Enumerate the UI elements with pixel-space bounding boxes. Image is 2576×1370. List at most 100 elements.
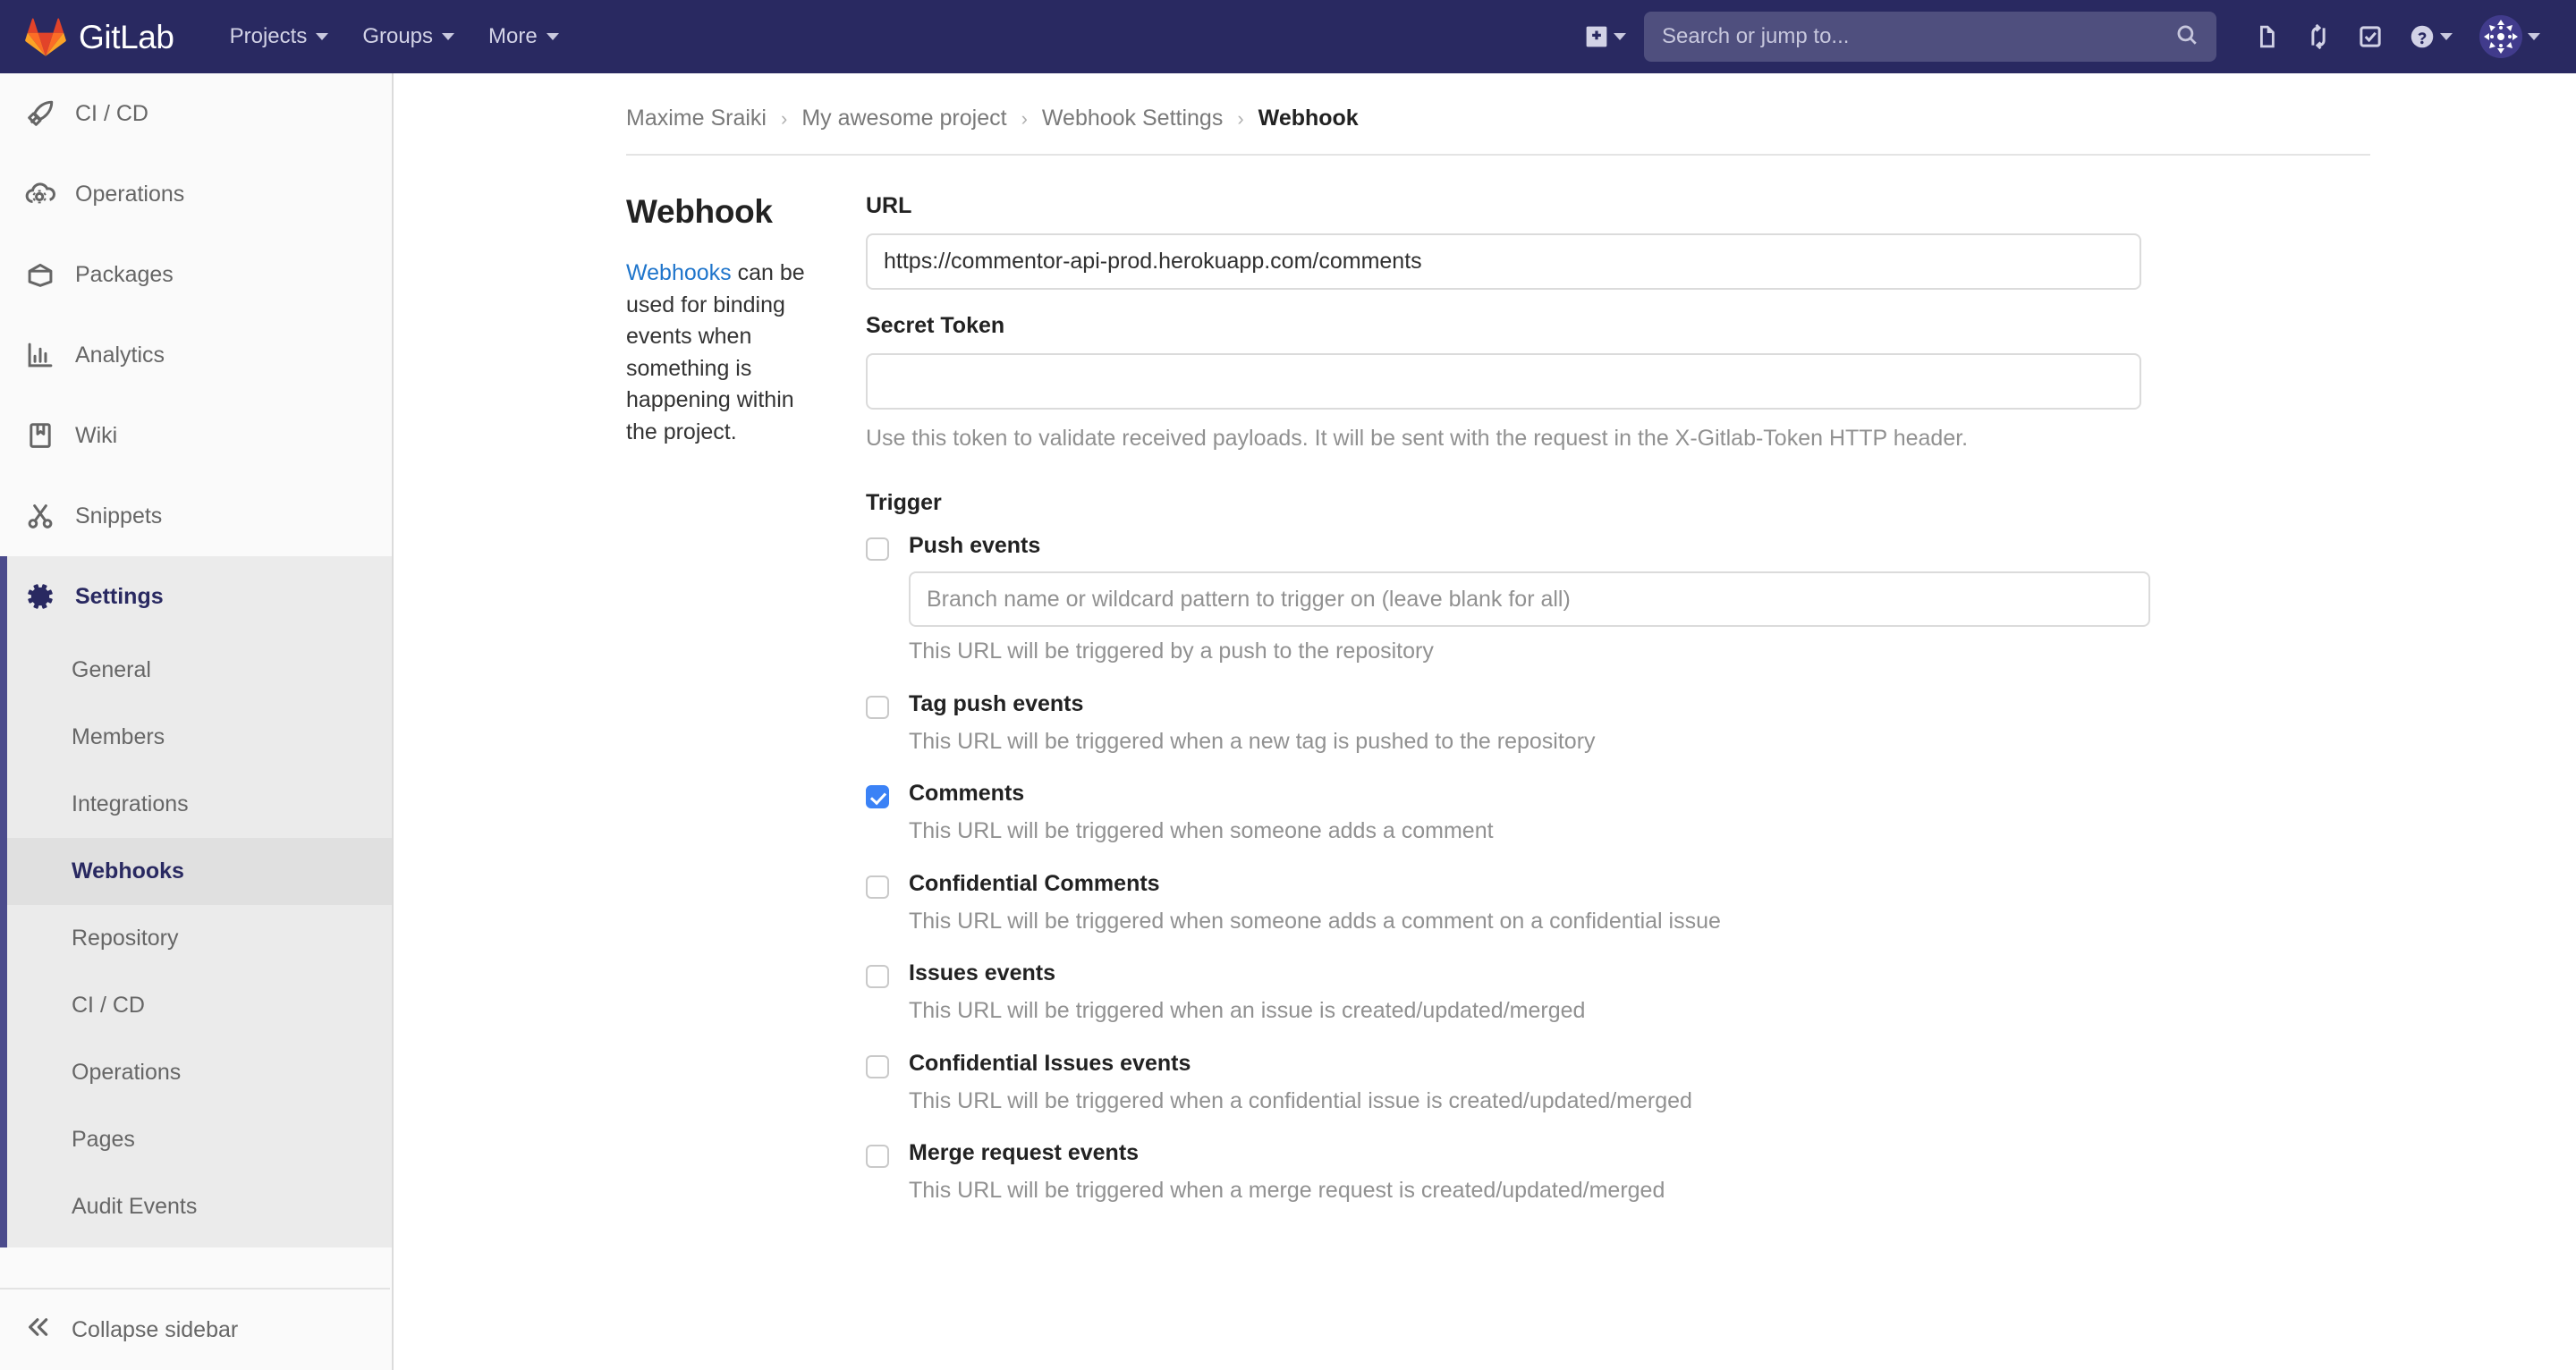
nav-item-more[interactable]: More <box>478 15 570 58</box>
chevron-down-icon <box>1614 33 1626 40</box>
panel-description-rest: can be used for binding events when some… <box>626 260 805 444</box>
trigger-label[interactable]: Merge request events <box>909 1139 2147 1166</box>
checkbox-issues-events[interactable] <box>866 965 889 989</box>
search-icon <box>2175 23 2199 51</box>
nav-item-projects[interactable]: Projects <box>219 15 340 58</box>
sidebar-subitem-label: Webhooks <box>72 858 184 884</box>
gear-icon <box>25 581 55 612</box>
url-label: URL <box>866 193 912 218</box>
sidebar-item-members[interactable]: Members <box>7 704 392 771</box>
sidebar-item-general[interactable]: General <box>7 637 392 704</box>
todos-icon[interactable] <box>2349 17 2392 56</box>
sidebar-subitem-label: General <box>72 657 151 682</box>
trigger-description: This URL will be triggered when a confid… <box>909 1087 1692 1113</box>
trigger-body: Merge request events This URL will be tr… <box>909 1139 2147 1205</box>
trigger-row-push-events: Push events This URL will be triggered b… <box>866 532 2150 666</box>
sidebar-item-integrations[interactable]: Integrations <box>7 771 392 838</box>
checkbox-confidential-issues-events[interactable] <box>866 1054 889 1078</box>
trigger-label[interactable]: Tag push events <box>909 690 2147 717</box>
panel-description: Webhook Webhooks can be used for binding… <box>626 193 866 1205</box>
trigger-label[interactable]: Push events <box>909 532 2150 559</box>
trigger-description: This URL will be triggered when someone … <box>909 908 1721 934</box>
sidebar-item-pages[interactable]: Pages <box>7 1106 392 1173</box>
sidebar-item-wiki[interactable]: Wiki <box>0 395 392 476</box>
sidebar-item-label: Packages <box>75 261 174 287</box>
sidebar-item-audit-events[interactable]: Audit Events <box>7 1173 392 1240</box>
trigger-row-comments: Comments This URL will be triggered when… <box>866 780 2147 846</box>
trigger-section-label: Trigger <box>866 490 942 516</box>
trigger-label[interactable]: Comments <box>909 780 2147 807</box>
trigger-body: Comments This URL will be triggered when… <box>909 780 2147 846</box>
sidebar-item-settings-ci-cd[interactable]: CI / CD <box>7 972 392 1039</box>
rocket-icon <box>25 98 55 129</box>
sidebar-item-label: Analytics <box>75 342 165 368</box>
user-menu-button[interactable] <box>2470 8 2549 65</box>
trigger-description: This URL will be triggered when a merge … <box>909 1178 1665 1204</box>
checkbox-tag-push-events[interactable] <box>866 695 889 719</box>
secret-token-help: Use this token to validate received payl… <box>866 426 1969 451</box>
merge-requests-icon[interactable] <box>2297 17 2340 56</box>
sidebar-item-label: Settings <box>75 583 164 609</box>
gitlab-wordmark[interactable]: GitLab <box>79 21 174 54</box>
sidebar-item-label: Operations <box>75 181 185 207</box>
plus-square-icon <box>1585 25 1608 48</box>
sidebar-item-operations[interactable]: Operations <box>0 154 392 234</box>
trigger-label[interactable]: Confidential Issues events <box>909 1050 2147 1077</box>
sidebar-item-snippets[interactable]: Snippets <box>0 476 392 556</box>
panel-description-text: Webhooks can be used for binding events … <box>626 258 830 448</box>
checkbox-merge-request-events[interactable] <box>866 1145 889 1169</box>
sidebar-subitem-label: Audit Events <box>72 1194 198 1219</box>
breadcrumb-separator: › <box>780 106 788 130</box>
help-circle-icon <box>2410 24 2435 49</box>
trigger-label[interactable]: Confidential Comments <box>909 870 2147 897</box>
breadcrumb-item-project[interactable]: My awesome project <box>801 106 1006 131</box>
search-input[interactable]: Search or jump to... <box>1644 12 2216 62</box>
sidebar-item-packages[interactable]: Packages <box>0 234 392 315</box>
search-placeholder: Search or jump to... <box>1662 24 1850 48</box>
navbar-menu: Projects Groups More <box>219 15 570 58</box>
secret-token-input[interactable] <box>866 353 2141 410</box>
checkbox-comments[interactable] <box>866 785 889 809</box>
breadcrumb-item-webhook-settings[interactable]: Webhook Settings <box>1042 106 1223 131</box>
sidebar-item-settings[interactable]: Settings <box>0 556 392 637</box>
checkbox-confidential-comments[interactable] <box>866 875 889 899</box>
trigger-body: Issues events This URL will be triggered… <box>909 960 2147 1026</box>
checkbox-push-events[interactable] <box>866 537 889 562</box>
gitlab-tanuki-logo[interactable] <box>25 17 66 56</box>
sidebar-item-settings-operations[interactable]: Operations <box>7 1039 392 1106</box>
sidebar-item-analytics[interactable]: Analytics <box>0 315 392 395</box>
top-navbar: GitLab Projects Groups More Search or ju… <box>0 0 2576 73</box>
issues-icon[interactable] <box>2245 17 2288 56</box>
webhooks-doc-link[interactable]: Webhooks <box>626 260 732 285</box>
sidebar-item-label: CI / CD <box>75 100 148 126</box>
sidebar-item-label: Snippets <box>75 503 163 529</box>
trigger-label[interactable]: Issues events <box>909 960 2147 986</box>
new-item-button[interactable] <box>1576 18 1635 55</box>
chevron-double-left-icon <box>25 1314 52 1347</box>
chevron-down-icon <box>546 33 559 40</box>
help-button[interactable] <box>2401 17 2462 56</box>
navbar-right: Search or jump to... <box>1576 8 2576 65</box>
sidebar-item-repository[interactable]: Repository <box>7 905 392 972</box>
sidebar-item-webhooks[interactable]: Webhooks <box>7 838 392 905</box>
trigger-row-confidential-issues-events: Confidential Issues events This URL will… <box>866 1050 2147 1116</box>
sidebar-item-label: Wiki <box>75 422 118 448</box>
cloud-gear-icon <box>25 179 55 209</box>
sidebar-subitem-label: Integrations <box>72 791 189 816</box>
nav-item-groups[interactable]: Groups <box>352 15 465 58</box>
collapse-sidebar-button[interactable]: Collapse sidebar <box>0 1288 390 1370</box>
url-input[interactable] <box>866 233 2141 290</box>
user-avatar-identicon <box>2479 15 2522 58</box>
settings-submenu: General Members Integrations Webhooks Re… <box>0 637 392 1247</box>
breadcrumb-item-user[interactable]: Maxime Sraiki <box>626 106 767 131</box>
book-icon <box>25 420 55 451</box>
sidebar-subitem-label: Members <box>72 724 165 749</box>
main-content: Maxime Sraiki › My awesome project › Web… <box>395 73 2576 1370</box>
sidebar-subitem-label: Pages <box>72 1127 135 1152</box>
sidebar-item-ci-cd[interactable]: CI / CD <box>0 73 392 154</box>
chevron-down-icon <box>2440 33 2453 40</box>
trigger-row-issues-events: Issues events This URL will be triggered… <box>866 960 2147 1026</box>
chevron-down-icon <box>316 33 329 40</box>
branch-filter-input[interactable] <box>909 571 2150 628</box>
chart-bar-icon <box>25 340 55 370</box>
